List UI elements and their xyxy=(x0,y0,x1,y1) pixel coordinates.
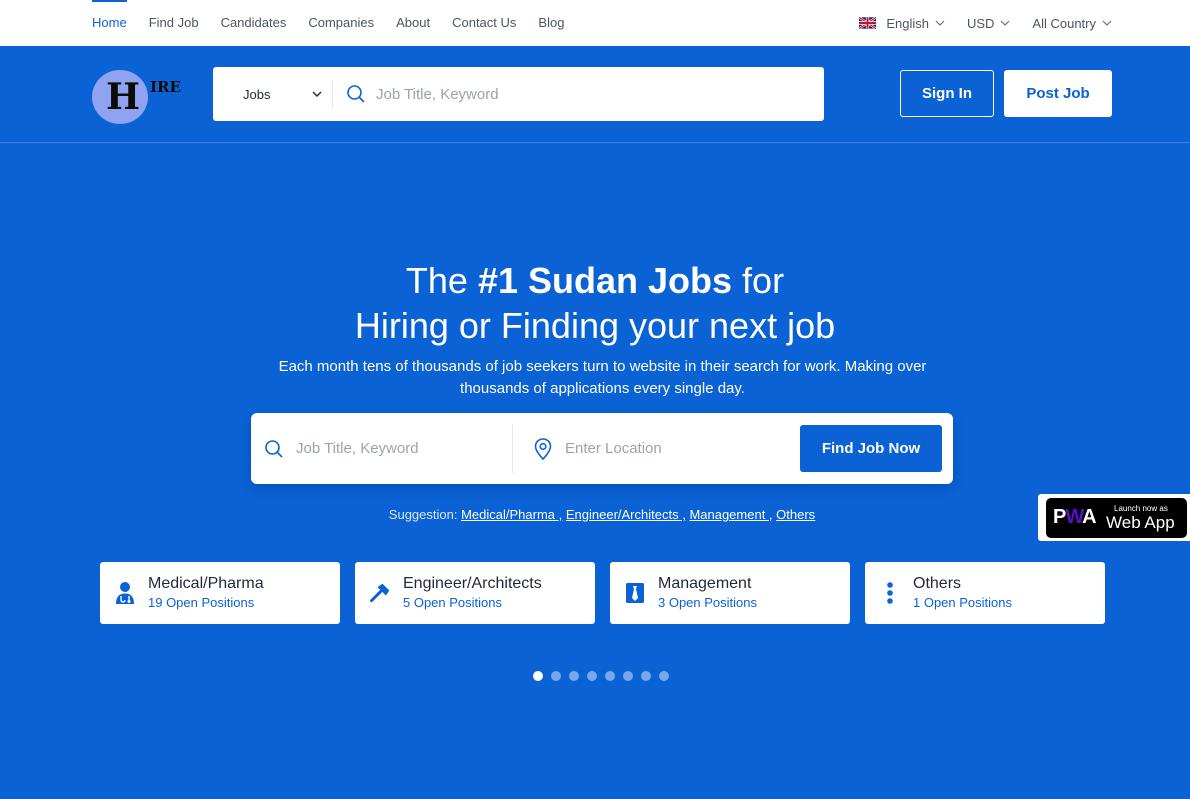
pwa-badge-inner: PWA Launch now as Web App xyxy=(1046,498,1187,538)
top-right-selectors: English USD All Country xyxy=(859,0,1112,46)
logo-text: IRE xyxy=(150,78,181,96)
uk-flag-icon xyxy=(859,17,877,29)
top-nav: Home Find Job Candidates Companies About… xyxy=(92,0,564,46)
suggestion-link-others[interactable]: Others xyxy=(776,507,815,522)
site-header: H IRE Jobs Sign In Post Job xyxy=(0,46,1190,143)
top-bar: Home Find Job Candidates Companies About… xyxy=(0,0,1190,46)
category-count: 5 Open Positions xyxy=(403,595,503,610)
doctor-icon xyxy=(114,580,136,606)
suggestion-link-medical[interactable]: Medical/Pharma , xyxy=(461,507,562,522)
chevron-down-icon xyxy=(312,91,322,97)
language-label: English xyxy=(886,15,929,31)
category-card-medical[interactable]: Medical/Pharma 19 Open Positions xyxy=(100,562,340,624)
currency-label: USD xyxy=(966,15,995,31)
pwa-logo-a: A xyxy=(1082,506,1096,528)
category-title: Others xyxy=(913,575,962,592)
country-selector[interactable]: All Country xyxy=(1032,16,1112,31)
carousel-dot[interactable] xyxy=(587,671,597,681)
category-text: Medical/Pharma 19 Open Positions xyxy=(148,574,264,612)
nav-candidates[interactable]: Candidates xyxy=(221,0,287,46)
hero-title-bold: #1 Sudan Jobs xyxy=(477,260,733,301)
post-job-button[interactable]: Post Job xyxy=(1004,70,1112,117)
find-job-now-button[interactable]: Find Job Now xyxy=(800,425,942,472)
carousel-dot[interactable] xyxy=(569,671,579,681)
nav-about[interactable]: About xyxy=(396,0,430,46)
logo-letter: H xyxy=(106,76,141,118)
nav-find-job[interactable]: Find Job xyxy=(149,0,199,46)
currency-selector[interactable]: USD xyxy=(967,16,1010,31)
category-count: 3 Open Positions xyxy=(658,595,758,610)
category-card-management[interactable]: Management 3 Open Positions xyxy=(610,562,850,624)
category-text: Engineer/Architects 5 Open Positions xyxy=(403,574,542,612)
nav-companies[interactable]: Companies xyxy=(308,0,374,46)
category-cards: Medical/Pharma 19 Open Positions Enginee… xyxy=(100,562,1105,624)
carousel-dot[interactable] xyxy=(641,671,651,681)
hero-subtitle: Each month tens of thousands of job seek… xyxy=(278,358,927,397)
pwa-logo-w: W xyxy=(1065,506,1083,528)
suggestion-link-engineer[interactable]: Engineer/Architects , xyxy=(566,507,686,522)
category-label: Jobs xyxy=(243,86,271,102)
pwa-big-text: Web App xyxy=(1106,513,1175,532)
carousel-dot[interactable] xyxy=(623,671,633,681)
category-count: 19 Open Positions xyxy=(148,595,255,610)
category-title: Engineer/Architects xyxy=(403,575,542,592)
location-pin-icon xyxy=(534,437,552,460)
sign-in-button[interactable]: Sign In xyxy=(900,70,994,117)
language-selector[interactable]: English xyxy=(859,16,945,31)
carousel-dot[interactable] xyxy=(659,671,669,681)
hero-title: The #1 Sudan Jobs for Hiring or Finding … xyxy=(0,258,1190,348)
pwa-launch-badge[interactable]: PWA Launch now as Web App xyxy=(1038,494,1190,541)
header-search-bar: Jobs xyxy=(213,67,824,121)
suggestion-link-management[interactable]: Management , xyxy=(689,507,772,522)
hero-title-line2: Hiring or Finding your next job xyxy=(354,305,836,346)
category-card-engineer[interactable]: Engineer/Architects 5 Open Positions xyxy=(355,562,595,624)
search-category-select[interactable]: Jobs xyxy=(213,79,333,109)
chevron-down-icon xyxy=(1000,20,1010,26)
category-count: 1 Open Positions xyxy=(913,595,1013,610)
location-field xyxy=(513,425,799,473)
keyword-input[interactable] xyxy=(296,440,506,457)
suggestion-row: Suggestion: Medical/Pharma , Engineer/Ar… xyxy=(0,507,1190,522)
category-text: Others 1 Open Positions xyxy=(913,574,1012,612)
pwa-logo-p: P xyxy=(1053,506,1066,528)
carousel-dot[interactable] xyxy=(551,671,561,681)
nav-blog[interactable]: Blog xyxy=(538,0,564,46)
carousel-dot[interactable] xyxy=(605,671,615,681)
category-text: Management 3 Open Positions xyxy=(658,574,757,612)
site-logo[interactable]: H IRE xyxy=(92,70,187,124)
chevron-down-icon xyxy=(1102,20,1112,26)
hero-title-pre: The xyxy=(405,260,478,301)
header-search-input[interactable] xyxy=(376,85,796,103)
category-title: Management xyxy=(658,575,752,592)
tie-icon xyxy=(624,580,646,606)
location-input[interactable] xyxy=(565,440,775,457)
suggestion-label: Suggestion: xyxy=(388,507,462,522)
carousel-dot[interactable] xyxy=(533,671,543,681)
category-title: Medical/Pharma xyxy=(148,575,264,592)
carousel-dots xyxy=(533,671,669,681)
dots-vertical-icon xyxy=(879,580,901,606)
hero-title-post: for xyxy=(732,260,785,301)
category-card-others[interactable]: Others 1 Open Positions xyxy=(865,562,1105,624)
nav-home[interactable]: Home xyxy=(92,0,127,46)
search-icon xyxy=(347,85,365,103)
hero-search-box: Find Job Now xyxy=(251,413,953,484)
country-label: All Country xyxy=(1032,15,1096,31)
chevron-down-icon xyxy=(935,20,945,26)
keyword-field xyxy=(251,424,513,473)
nav-contact-us[interactable]: Contact Us xyxy=(452,0,516,46)
search-icon xyxy=(265,439,283,458)
pwa-small-text: Launch now as xyxy=(1114,504,1168,513)
hammer-icon xyxy=(369,580,391,606)
pwa-logo: PWA xyxy=(1053,506,1097,529)
